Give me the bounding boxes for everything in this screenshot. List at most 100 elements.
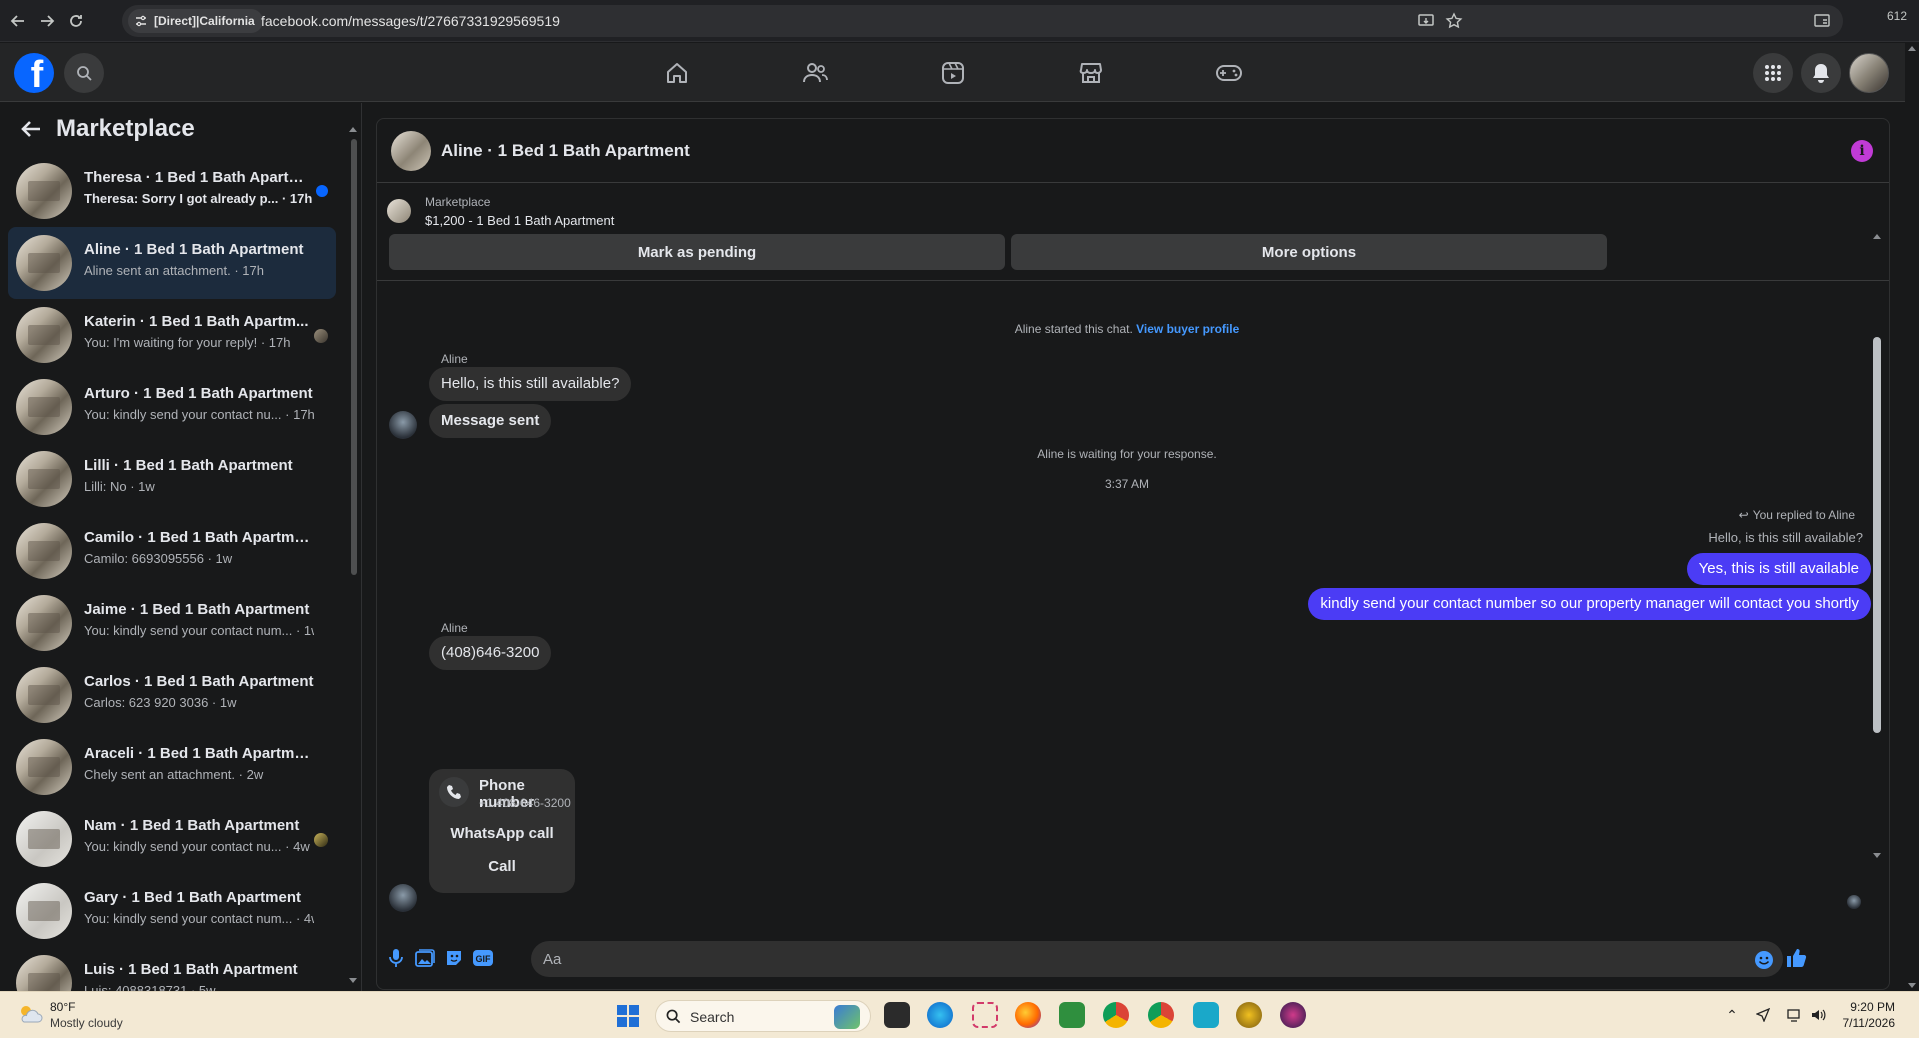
chrome-profile-icon[interactable] xyxy=(1148,1002,1174,1028)
seen-avatar xyxy=(314,329,328,343)
weather-temperature[interactable]: 80°F xyxy=(50,1000,75,1014)
scrollbar-thumb[interactable] xyxy=(351,139,357,575)
listing-avatar xyxy=(16,739,72,795)
conversation-snippet: Chely sent an attachment. · 2w xyxy=(84,767,264,782)
location-icon[interactable] xyxy=(1754,1006,1772,1024)
app-s-icon[interactable] xyxy=(1193,1002,1219,1028)
reading-mode-icon[interactable] xyxy=(1810,9,1834,33)
facebook-logo[interactable]: f xyxy=(14,53,54,93)
weather-cloud-icon[interactable] xyxy=(16,1002,44,1026)
gif-icon[interactable]: GIF xyxy=(472,947,494,969)
address-bar[interactable]: [Direct]|California facebook.com/message… xyxy=(122,5,1843,37)
taskbar-clock-date[interactable]: 7/11/2026 xyxy=(1843,1016,1896,1030)
photo-icon[interactable] xyxy=(414,947,436,969)
quoted-message[interactable]: Hello, is this still available? xyxy=(1708,530,1863,545)
microphone-icon[interactable] xyxy=(385,947,407,969)
sticker-icon[interactable] xyxy=(443,947,465,969)
firefox-icon[interactable] xyxy=(1015,1002,1041,1028)
chat-title[interactable]: Aline · 1 Bed 1 Bath Apartment xyxy=(441,141,690,161)
chrome-icon[interactable] xyxy=(1103,1002,1129,1028)
back-arrow-icon[interactable] xyxy=(20,118,42,140)
like-thumb-icon[interactable] xyxy=(1785,947,1807,969)
friends-icon[interactable] xyxy=(799,57,831,89)
weather-description[interactable]: Mostly cloudy xyxy=(50,1016,123,1030)
conversation-item[interactable]: Arturo · 1 Bed 1 Bath Apartment You: kin… xyxy=(8,371,336,443)
listing-avatar xyxy=(16,163,72,219)
install-app-icon[interactable] xyxy=(1417,12,1435,30)
mark-as-pending-button[interactable]: Mark as pending xyxy=(389,234,1005,270)
listing-avatar xyxy=(16,955,72,991)
conversation-title: Arturo · 1 Bed 1 Bath Apartment xyxy=(84,385,313,402)
unread-indicator xyxy=(316,185,328,197)
conversation-item[interactable]: Katerin · 1 Bed 1 Bath Apartm... You: I'… xyxy=(8,299,336,371)
conversation-item[interactable]: Lilli · 1 Bed 1 Bath Apartment Lilli: No… xyxy=(8,443,336,515)
tray-overflow-chevron-icon[interactable]: ⌃ xyxy=(1723,1006,1741,1024)
chat-started-text: Aline started this chat. xyxy=(1014,322,1137,336)
outgoing-message[interactable]: kindly send your contact number so our p… xyxy=(1308,588,1871,620)
conversation-list-panel: Marketplace Theresa · 1 Bed 1 Bath Apart… xyxy=(0,103,362,991)
conversation-item[interactable]: Nam · 1 Bed 1 Bath Apartment You: kindly… xyxy=(8,803,336,875)
reload-icon[interactable] xyxy=(64,9,88,33)
volume-icon[interactable] xyxy=(1810,1006,1828,1024)
forward-icon[interactable] xyxy=(35,9,59,33)
incoming-message[interactable]: Hello, is this still available? xyxy=(429,367,632,401)
taskbar-clock-time[interactable]: 9:20 PM xyxy=(1850,1000,1895,1014)
menu-grid-icon[interactable] xyxy=(1753,53,1793,93)
conversation-item[interactable]: Jaime · 1 Bed 1 Bath Apartment You: kind… xyxy=(8,587,336,659)
url-text[interactable]: facebook.com/messages/t/2766733192956951… xyxy=(261,13,560,29)
app-x-icon[interactable] xyxy=(1236,1002,1262,1028)
conversation-title: Araceli · 1 Bed 1 Bath Apartment xyxy=(84,745,314,762)
whatsapp-call-button[interactable]: WhatsApp call xyxy=(429,825,575,842)
site-info-chip[interactable]: [Direct]|California xyxy=(128,9,263,33)
app-612-icon[interactable] xyxy=(1280,1002,1306,1028)
video-icon[interactable] xyxy=(937,57,969,89)
chat-avatar[interactable] xyxy=(391,131,431,171)
edge-browser-icon[interactable] xyxy=(927,1002,953,1028)
windows-start-icon[interactable] xyxy=(616,1004,640,1028)
outgoing-message[interactable]: Yes, this is still available xyxy=(1686,553,1871,585)
conversation-item[interactable]: Theresa · 1 Bed 1 Bath Apartm... Theresa… xyxy=(8,155,336,227)
conversation-item[interactable]: Luis · 1 Bed 1 Bath Apartment Luis: 4088… xyxy=(8,947,336,991)
listing-summary[interactable]: Marketplace $1,200 - 1 Bed 1 Bath Apartm… xyxy=(387,191,1287,231)
marketplace-icon[interactable] xyxy=(1075,57,1107,89)
search-highlight-icon xyxy=(834,1005,860,1029)
listing-avatar xyxy=(16,811,72,867)
sender-avatar[interactable] xyxy=(389,884,417,912)
conversation-item[interactable]: Camilo · 1 Bed 1 Bath Apartment Camilo: … xyxy=(8,515,336,587)
thread-scrollbar-thumb[interactable] xyxy=(1873,337,1881,733)
incoming-message[interactable]: Message sent xyxy=(429,404,552,438)
emoji-icon[interactable] xyxy=(1753,949,1775,971)
profile-avatar[interactable] xyxy=(1849,53,1889,93)
task-view-icon[interactable] xyxy=(884,1002,910,1028)
call-button[interactable]: Call xyxy=(429,858,575,875)
conversation-item[interactable]: Carlos · 1 Bed 1 Bath Apartment Carlos: … xyxy=(8,659,336,731)
bookmark-star-icon[interactable] xyxy=(1445,12,1463,30)
more-options-button[interactable]: More options xyxy=(1011,234,1607,270)
info-icon[interactable]: i xyxy=(1851,140,1873,162)
conversation-title: Gary · 1 Bed 1 Bath Apartment xyxy=(84,889,301,906)
incoming-message[interactable]: (408)646-3200 xyxy=(429,636,552,670)
tab-count-badge[interactable]: 612 xyxy=(1887,9,1907,23)
conversation-title: Carlos · 1 Bed 1 Bath Apartment xyxy=(84,673,314,690)
listing-avatar xyxy=(16,595,72,651)
message-input[interactable] xyxy=(531,941,1783,977)
taskbar-search[interactable]: Search xyxy=(655,1000,871,1032)
listing-thumbnail xyxy=(387,199,411,223)
view-buyer-profile-link[interactable]: View buyer profile xyxy=(1136,322,1239,336)
back-icon[interactable] xyxy=(6,9,30,33)
conversation-item[interactable]: Gary · 1 Bed 1 Bath Apartment You: kindl… xyxy=(8,875,336,947)
page-scrollbar[interactable] xyxy=(1905,43,1919,991)
network-icon[interactable] xyxy=(1786,1006,1804,1024)
conversation-item[interactable]: Araceli · 1 Bed 1 Bath Apartment Chely s… xyxy=(8,731,336,803)
notifications-bell-icon[interactable] xyxy=(1801,53,1841,93)
search-icon[interactable] xyxy=(64,53,104,93)
conversation-item-active[interactable]: Aline · 1 Bed 1 Bath Apartment Aline sen… xyxy=(8,227,336,299)
spreadsheet-app-icon[interactable] xyxy=(1059,1002,1085,1028)
snipping-tool-icon[interactable] xyxy=(972,1002,998,1028)
sender-name: Aline xyxy=(441,621,468,635)
sender-avatar[interactable] xyxy=(389,411,417,439)
message-thread: Aline started this chat. View buyer prof… xyxy=(377,281,1889,929)
gaming-icon[interactable] xyxy=(1213,57,1245,89)
home-icon[interactable] xyxy=(661,57,693,89)
listing-avatar xyxy=(16,307,72,363)
